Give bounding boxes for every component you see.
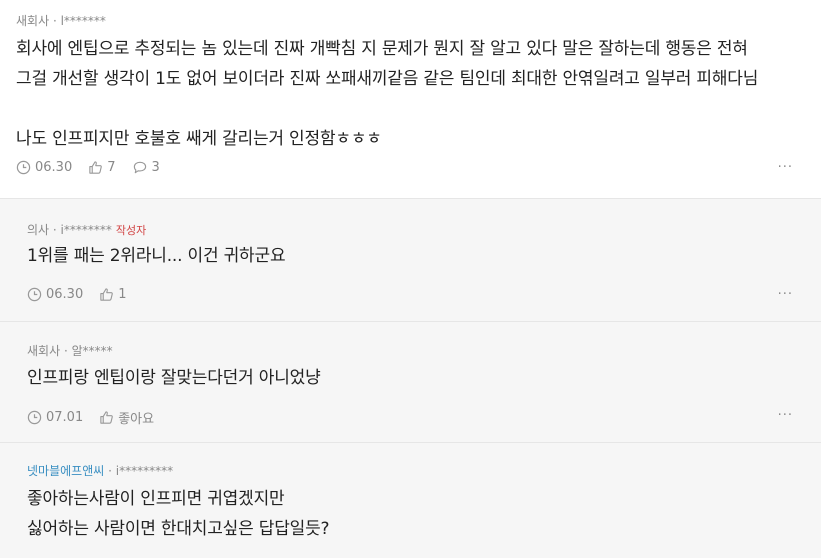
like-button[interactable]: 좋아요 [99,408,154,427]
company-name[interactable]: 넷마블에프앤씨 [27,464,104,478]
date: 06.30 [27,287,83,302]
comment-body: 회사에 엔팁으로 추정되는 놈 있는데 진짜 개빡침 지 문제가 뭔지 잘 알고… [16,39,759,149]
meta-separator: · [49,223,61,237]
reply-actions: 07.01 좋아요 [27,408,170,427]
clock-icon [16,160,31,175]
comment-actions: 06.30 7 3 [16,160,176,175]
author-name: i******** [60,223,112,237]
company-name[interactable]: 새회사 [27,344,60,358]
author-name: 알***** [71,344,113,358]
main-comment: 새회사 · l******* 회사에 엔팁으로 추정되는 놈 있는데 진짜 개빡… [0,0,821,198]
date: 07.01 [27,410,83,425]
reply-meta: 넷마블에프앤씨 · i********* [27,462,173,479]
clock-icon [27,287,42,302]
more-options-button[interactable]: ··· [778,287,793,302]
like-button[interactable]: 1 [99,287,127,302]
company-name[interactable]: 새회사 [16,14,49,28]
reply-body: 1위를 패는 2위라니... 이건 귀하군요 [27,246,286,266]
like-count: 7 [107,160,116,175]
clock-icon [27,410,42,425]
reply-item: 넷마블에프앤씨 · i********* 좋아하는사람이 인프피면 귀엽겠지만 … [0,442,821,558]
reply-button[interactable]: 3 [132,160,160,175]
date-text: 06.30 [46,287,84,302]
date: 06.30 [16,160,72,175]
like-button[interactable]: 7 [88,160,116,175]
like-count: 1 [118,287,127,302]
reply-body: 좋아하는사람이 인프피면 귀엽겠지만 싫어하는 사람이면 한대치고싶은 답답일듯… [27,489,330,539]
author-name: l******* [60,14,106,28]
meta-separator: · [104,464,116,478]
reply-meta: 새회사 · 알***** [27,342,113,359]
reply-meta: 의사 · i******** 작성자 [27,221,146,238]
meta-separator: · [49,14,61,28]
thumbs-up-icon [100,411,114,424]
more-options-button[interactable]: ··· [778,160,793,175]
thumbs-up-icon [89,161,103,174]
reply-item: 의사 · i******** 작성자 1위를 패는 2위라니... 이건 귀하군요… [0,198,821,322]
like-label: 좋아요 [118,412,155,427]
reply-item: 새회사 · 알***** 인프피랑 엔팁이랑 잘맞는다던거 아니었냥 07.01… [0,321,821,443]
comment-meta: 새회사 · l******* [16,12,106,29]
date-text: 06.30 [35,160,73,175]
company-name[interactable]: 의사 [27,223,49,237]
meta-separator: · [60,344,72,358]
more-options-button[interactable]: ··· [778,408,793,423]
comment-bubble-icon [133,161,146,174]
reply-body: 인프피랑 엔팁이랑 잘맞는다던거 아니었냥 [27,368,321,388]
reply-actions: 06.30 1 [27,287,143,302]
date-text: 07.01 [46,410,84,425]
author-badge: 작성자 [115,224,147,237]
thumbs-up-icon [100,288,114,301]
author-name: i********* [115,464,174,478]
reply-count: 3 [151,160,160,175]
